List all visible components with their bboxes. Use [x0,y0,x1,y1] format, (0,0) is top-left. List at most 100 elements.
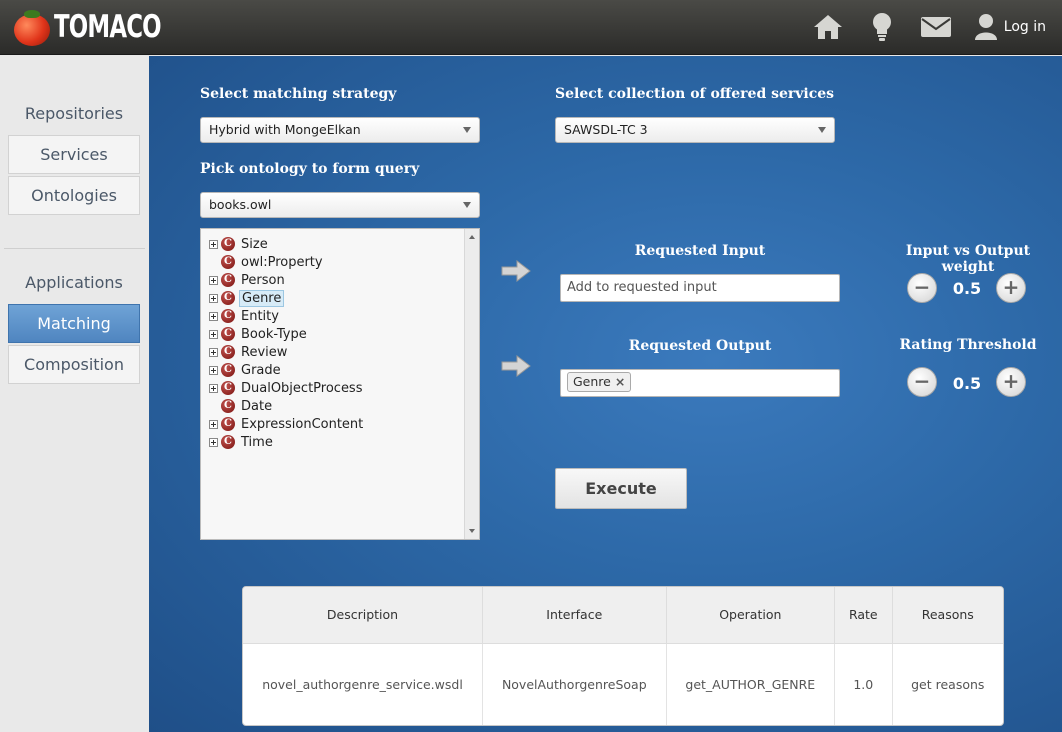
weight-value: 0.5 [952,279,982,298]
ontology-label: Pick ontology to form query [200,161,420,177]
scroll-down-icon[interactable] [469,529,475,533]
requested-output-field[interactable]: Genre × [560,369,840,397]
ontology-select[interactable]: books.owl [200,192,480,218]
expand-icon[interactable] [209,329,218,339]
tree-node-label: Person [241,272,285,288]
logo-text: TOMACO [54,9,162,45]
tree-node[interactable]: C Person [209,271,287,289]
table-cell: novel_authorgenre_service.wsdl [243,643,484,725]
strategy-value: Hybrid with MongeElkan [209,122,361,137]
tree-node-label: Book-Type [241,326,307,342]
tree-node-label: DualObjectProcess [241,380,363,396]
column-header[interactable]: Interface [482,587,667,644]
weight-decrease-button[interactable]: − [907,273,937,303]
requested-input-label: Requested Input [634,243,766,259]
tree-node-label: Size [241,236,268,252]
threshold-increase-button[interactable]: + [996,367,1026,397]
strategy-select[interactable]: Hybrid with MongeElkan [200,117,480,143]
expand-icon[interactable] [209,239,218,249]
tree-node-label: Date [241,398,273,414]
column-header[interactable]: Description [243,587,484,644]
sidebar: Repositories Services Ontologies Applica… [0,56,149,732]
tree-node[interactable]: Cowl:Property [209,253,325,271]
login-label: Log in [1003,19,1046,35]
expand-icon[interactable] [209,383,218,393]
collection-value: SAWSDL-TC 3 [564,122,648,137]
sidebar-item-composition[interactable]: Composition [8,345,140,384]
threshold-decrease-button[interactable]: − [907,367,937,397]
expand-icon[interactable] [209,419,218,429]
collection-select[interactable]: SAWSDL-TC 3 [555,117,835,143]
tree-node[interactable]: C ExpressionContent [209,415,365,433]
tomato-icon [12,6,52,48]
get-reasons-link[interactable]: get reasons [892,643,1003,725]
tree-node[interactable]: C Time [209,433,275,451]
weight-increase-button[interactable]: + [996,273,1026,303]
tomaco-logo[interactable]: TOMACO [12,6,184,48]
main-panel: Select matching strategy Hybrid with Mon… [149,56,1062,732]
requested-input-field[interactable]: Add to requested input [560,274,840,302]
class-icon: C [221,381,235,395]
class-icon: C [221,417,235,431]
tree-scrollbar[interactable] [464,229,479,539]
table-cell: NovelAuthorgenreSoap [482,643,667,725]
class-icon: C [221,273,235,287]
sidebar-item-ontologies[interactable]: Ontologies [8,176,140,215]
tree-node[interactable]: C DualObjectProcess [209,379,364,397]
tree-node-label: Genre [239,289,285,307]
expand-icon[interactable] [209,275,218,285]
remove-tag-icon[interactable]: × [615,374,625,389]
tree-node[interactable]: C Entity [209,307,281,325]
class-icon: C [221,399,235,413]
tree-node[interactable]: C Date [209,397,274,415]
chevron-down-icon [818,127,826,133]
class-icon: C [221,291,235,305]
tree-node-label: Entity [241,308,279,324]
output-tag-label: Genre [573,374,611,389]
expand-icon[interactable] [209,365,218,375]
tree-node[interactable]: C Book-Type [209,325,309,343]
column-header[interactable]: Operation [666,587,836,644]
output-tag[interactable]: Genre × [567,372,632,392]
mail-icon[interactable] [920,12,952,42]
expand-icon[interactable] [209,437,218,447]
ontology-value: books.owl [209,197,272,212]
weight-label: Input vs Output weight [905,243,1031,275]
tree-node-label: Time [241,434,273,450]
tree-node[interactable]: C Size [209,235,270,253]
tree-node-label: owl:Property [241,254,323,270]
execute-button[interactable]: Execute [555,468,687,509]
sidebar-section-repositories[interactable]: Repositories [8,104,140,123]
lightbulb-icon[interactable] [866,12,898,42]
class-icon: C [221,435,235,449]
tree-node[interactable]: C Genre [209,289,285,307]
expand-icon[interactable] [209,311,218,321]
sidebar-divider [4,248,145,249]
home-icon[interactable] [812,12,844,42]
chevron-down-icon [463,127,471,133]
table-cell: 1.0 [834,643,893,725]
expand-icon[interactable] [209,293,218,303]
tree-node-label: ExpressionContent [241,416,364,432]
table-row[interactable]: novel_authorgenre_service.wsdl NovelAutho… [243,643,1003,725]
tree-node[interactable]: C Review [209,343,289,361]
column-header[interactable]: Rate [834,587,893,644]
arrow-right-icon [501,260,531,282]
arrow-right-icon [501,355,531,377]
class-icon: C [221,255,235,269]
tree-node[interactable]: C Grade [209,361,283,379]
sidebar-item-services[interactable]: Services [8,135,140,174]
column-header[interactable]: Reasons [892,587,1003,644]
threshold-value: 0.5 [952,374,982,393]
ontology-tree[interactable]: C Size Cowl:Property C Person C Genre C Entity C B… [200,228,480,540]
results-table: Description Interface Operation Rate Reasons… [242,586,1004,726]
sidebar-item-matching[interactable]: Matching [8,304,140,343]
top-header: TOMACO Log in [0,0,1062,55]
requested-input-placeholder: Add to requested input [567,280,717,295]
expand-icon[interactable] [209,347,218,357]
class-icon: C [221,363,235,377]
strategy-label: Select matching strategy [200,86,397,102]
sidebar-section-applications[interactable]: Applications [8,273,140,292]
scroll-up-icon[interactable] [469,235,475,239]
login-link[interactable]: Log in [974,13,1046,41]
